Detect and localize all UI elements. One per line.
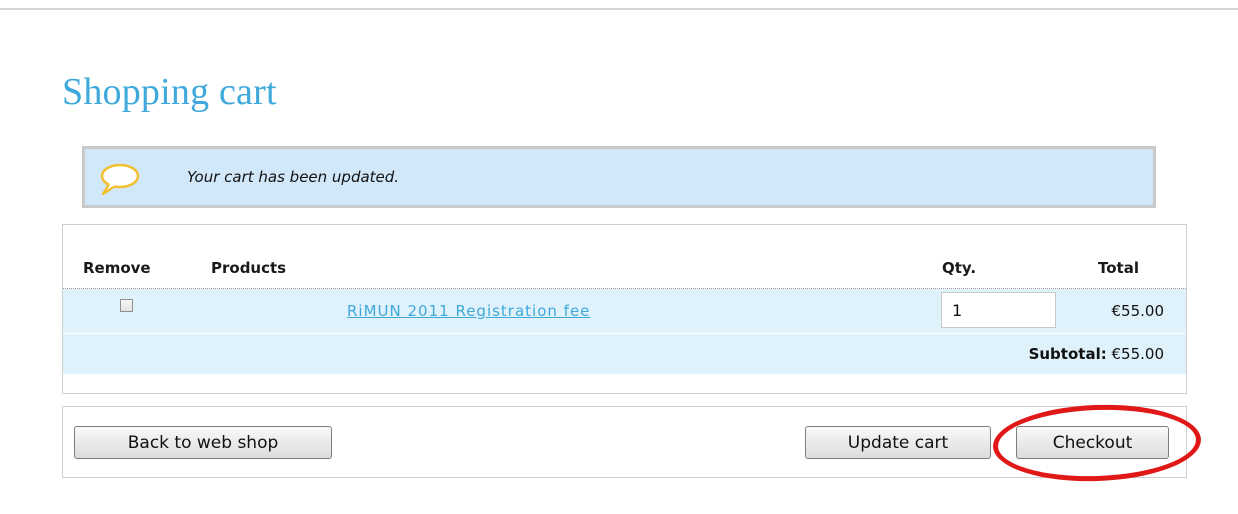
subtotal-label: Subtotal: bbox=[1028, 345, 1107, 363]
status-message: Your cart has been updated. bbox=[187, 168, 400, 186]
column-header-qty: Qty. bbox=[942, 259, 977, 277]
quantity-input[interactable] bbox=[941, 292, 1056, 328]
top-divider bbox=[0, 8, 1238, 10]
update-cart-button[interactable]: Update cart bbox=[805, 426, 991, 459]
cart-table: Remove Products Qty. Total RiMUN 2011 Re… bbox=[62, 224, 1187, 394]
page-title: Shopping cart bbox=[62, 71, 277, 113]
status-message-box: Your cart has been updated. bbox=[82, 146, 1156, 208]
cart-actions: Back to web shop Update cart Checkout bbox=[62, 406, 1187, 478]
column-header-remove: Remove bbox=[83, 259, 151, 277]
back-to-shop-button[interactable]: Back to web shop bbox=[74, 426, 332, 459]
subtotal: Subtotal: €55.00 bbox=[1029, 345, 1164, 363]
column-header-products: Products bbox=[211, 259, 287, 277]
table-row: RiMUN 2011 Registration fee €55.00 bbox=[63, 289, 1186, 333]
item-total: €55.00 bbox=[1111, 302, 1165, 320]
subtotal-value: €55.00 bbox=[1111, 345, 1165, 363]
product-link[interactable]: RiMUN 2011 Registration fee bbox=[347, 302, 590, 320]
remove-checkbox[interactable] bbox=[120, 299, 133, 312]
column-header-total: Total bbox=[1098, 259, 1139, 277]
subtotal-row: Subtotal: €55.00 bbox=[63, 334, 1186, 374]
checkout-button[interactable]: Checkout bbox=[1016, 426, 1169, 459]
speech-bubble-icon bbox=[100, 163, 140, 196]
